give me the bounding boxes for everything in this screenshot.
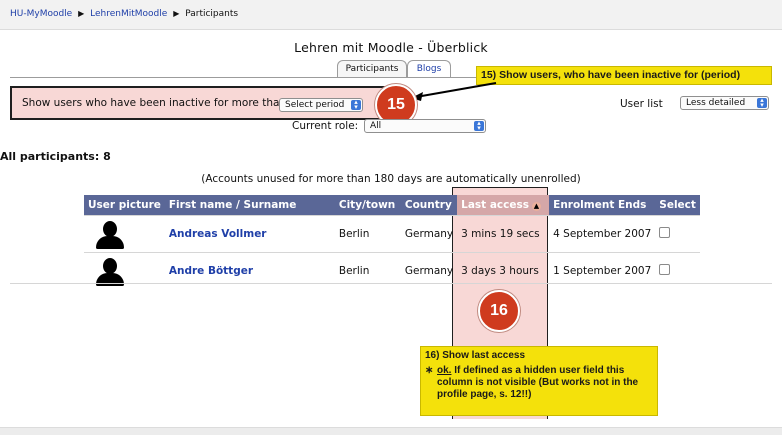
- user-picture-cell: [84, 215, 165, 253]
- header-user-picture: User picture: [84, 195, 165, 216]
- sort-firstname-link[interactable]: First name: [169, 199, 233, 211]
- select-cell: [655, 215, 700, 253]
- participants-table: User picture First name / Surname City/t…: [84, 195, 700, 289]
- city-cell: Berlin: [334, 215, 401, 253]
- user-list-select[interactable]: Less detailed ▴ ▾: [680, 96, 769, 110]
- table-header-row: User picture First name / Surname City/t…: [84, 195, 700, 216]
- avatar[interactable]: [92, 218, 128, 250]
- annotation-callout-16: 16) Show last access ∗ ok. If defined as…: [420, 346, 658, 416]
- select-checkbox[interactable]: [659, 264, 671, 275]
- country-cell: Germany: [400, 215, 458, 253]
- user-list-value: Less detailed: [686, 98, 746, 108]
- header-last-access-label: Last access: [461, 199, 529, 211]
- current-role-value: All: [370, 121, 382, 131]
- callout-16-text: ok. If defined as a hidden user field th…: [437, 365, 653, 401]
- callout-16-title: 16) Show last access: [425, 350, 526, 361]
- last-access-cell: 3 mins 19 secs: [457, 215, 550, 253]
- table-row: Andreas Vollmer Berlin Germany 3 mins 19…: [84, 215, 700, 253]
- header-city[interactable]: City/town: [334, 195, 401, 216]
- header-name: First name / Surname: [164, 195, 335, 216]
- select-checkbox[interactable]: [659, 227, 671, 238]
- unenrol-note: (Accounts unused for more than 180 days …: [201, 173, 581, 185]
- annotation-badge-16: 16: [478, 290, 520, 332]
- user-list-label: User list: [620, 98, 663, 110]
- user-name-link[interactable]: Andreas Vollmer: [164, 215, 335, 253]
- callout-16-ok: ok.: [437, 365, 452, 376]
- header-country[interactable]: Country: [400, 195, 458, 216]
- enrolment-ends-cell: 4 September 2007: [549, 215, 656, 253]
- participants-count-heading: All participants: 8: [0, 150, 111, 163]
- arrow-15-line: [415, 82, 497, 98]
- bullet-star-icon: ∗: [425, 365, 434, 376]
- callout-16-body: If defined as a hidden user field this c…: [437, 365, 639, 400]
- header-enrolment-ends[interactable]: Enrolment Ends: [549, 195, 656, 216]
- table-bottom-divider: [10, 283, 772, 284]
- sort-asc-icon: ▲: [532, 202, 541, 211]
- header-last-access[interactable]: Last access ▲: [457, 195, 550, 216]
- select-arrows-icon: ▴ ▾: [757, 97, 767, 109]
- header-select: Select: [655, 195, 700, 216]
- current-role-label: Current role:: [292, 120, 359, 132]
- select-arrows-icon: ▴ ▾: [474, 120, 484, 132]
- current-role-select[interactable]: All ▴ ▾: [364, 119, 486, 133]
- callout-16-bullet: ∗ ok. If defined as a hidden user field …: [425, 365, 653, 401]
- sort-surname-link[interactable]: Surname: [244, 199, 297, 211]
- header-name-separator: /: [232, 199, 244, 211]
- participants-table-wrapper: User picture First name / Surname City/t…: [84, 195, 700, 289]
